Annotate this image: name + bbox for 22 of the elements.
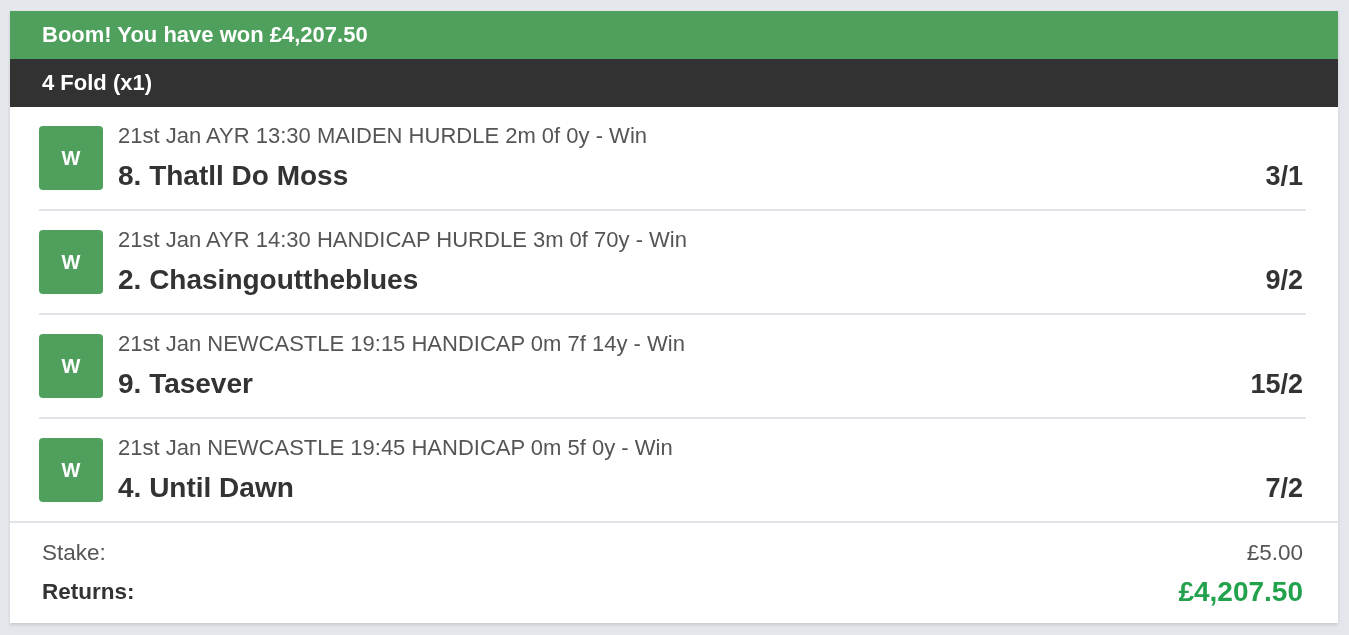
stake-label: Stake: xyxy=(42,540,106,566)
result-badge: W xyxy=(39,126,103,190)
returns-value: £4,207.50 xyxy=(1178,576,1303,608)
runner-name: 9. Tasever xyxy=(118,368,253,400)
odds: 9/2 xyxy=(1265,264,1303,296)
event-details: 21st Jan NEWCASTLE 19:15 HANDICAP 0m 7f 14y - Win xyxy=(118,332,686,356)
runner-name: 2. Chasingouttheblues xyxy=(118,264,419,296)
win-banner: Boom! You have won £4,207.50 xyxy=(10,11,1338,59)
odds: 15/2 xyxy=(1250,368,1303,400)
event-details: 21st Jan NEWCASTLE 19:45 HANDICAP 0m 5f 0y - Win xyxy=(118,436,674,460)
result-badge: W xyxy=(39,334,103,398)
event-details: 21st Jan AYR 13:30 MAIDEN HURDLE 2m 0f 0y - Win xyxy=(118,124,648,148)
stake-value: £5.00 xyxy=(1246,540,1303,566)
bet-type-header: 4 Fold (x1) xyxy=(10,59,1338,107)
odds: 3/1 xyxy=(1265,160,1303,192)
result-badge: W xyxy=(39,230,103,294)
result-badge: W xyxy=(39,438,103,502)
event-details: 21st Jan AYR 14:30 HANDICAP HURDLE 3m 0f 70y - Win xyxy=(118,228,688,252)
runner-name: 4. Until Dawn xyxy=(118,472,294,504)
odds: 7/2 xyxy=(1265,472,1303,504)
runner-name: 8. Thatll Do Moss xyxy=(118,160,349,192)
returns-label: Returns: xyxy=(42,579,135,605)
